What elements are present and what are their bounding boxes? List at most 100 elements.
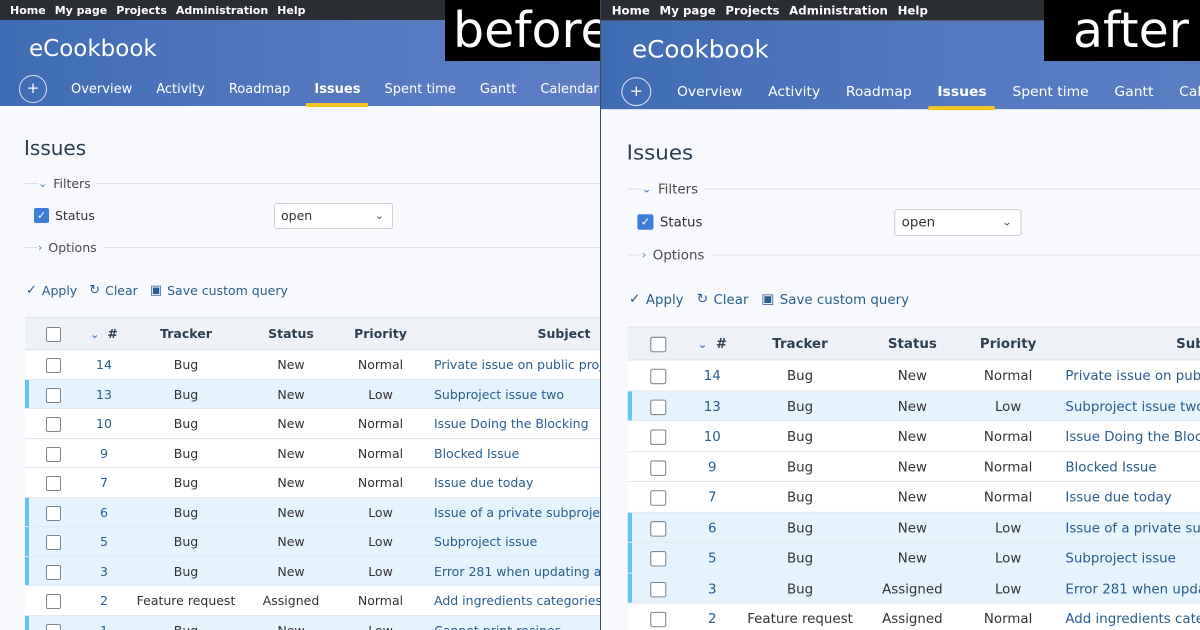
top-menu-item[interactable]: Projects [725,4,779,17]
row-checkbox[interactable] [46,387,61,403]
clear-button[interactable]: ↻ Clear [89,283,138,298]
table-row[interactable]: 7 Bug New Normal Issue due today [25,468,600,498]
select-all-checkbox[interactable] [650,336,667,353]
table-row[interactable]: 14 Bug New Normal Private issue on public pr… [25,350,600,380]
column-subject-header[interactable]: Subject [434,318,600,350]
issue-id-link[interactable]: 14 [688,361,737,391]
table-row[interactable]: 7 Bug New Normal Issue due today [627,482,1200,513]
issue-subject-link[interactable]: Issue due today [434,468,600,497]
issue-subject-link[interactable]: Add ingredients categories [434,586,600,615]
row-checkbox[interactable] [46,358,61,373]
project-title[interactable]: eCookbook [29,36,157,62]
table-row[interactable]: 10 Bug New Normal Issue Doing the Blocking [627,421,1200,452]
column-id-header[interactable]: ⌄ # [81,318,127,351]
column-status-header[interactable]: Status [245,318,337,350]
tab-roadmap[interactable]: Roadmap [846,84,912,99]
column-tracker-header[interactable]: Tracker [127,318,245,350]
top-menu-item[interactable]: Administration [789,4,888,17]
top-menu-item[interactable]: My page [660,4,716,17]
issue-id-link[interactable]: 13 [688,391,737,421]
row-checkbox[interactable] [46,476,61,491]
tab-calendar[interactable]: Calendar [1179,84,1200,99]
tab-overview[interactable]: Overview [71,82,132,97]
filters-toggle[interactable]: ⌄ Filters [38,176,97,191]
table-row[interactable]: 1 Bug New Low Cannot print recipes [25,615,600,630]
issue-id-link[interactable]: 7 [688,482,737,512]
table-row[interactable]: 5 Bug New Low Subproject issue [627,542,1200,574]
top-menu-item[interactable]: Help [277,4,305,17]
tab-activity[interactable]: Activity [156,82,205,97]
issue-subject-link[interactable]: Error 281 when updating a [1065,573,1200,603]
select-all-checkbox[interactable] [46,327,61,342]
issue-id-link[interactable]: 5 [81,527,127,556]
issue-id-link[interactable]: 14 [81,350,127,379]
table-row[interactable]: 9 Bug New Normal Blocked Issue [25,438,600,468]
tab-overview[interactable]: Overview [677,84,743,99]
tab-issues[interactable]: Issues [928,84,996,111]
row-checkbox[interactable] [650,368,667,385]
table-row[interactable]: 14 Bug New Normal Private issue on public pr… [627,360,1200,391]
tab-gantt[interactable]: Gantt [480,82,516,97]
save-query-button[interactable]: ▣ Save custom query [761,291,909,306]
row-checkbox[interactable] [650,581,667,597]
issue-subject-link[interactable]: Private issue on public project [434,350,600,379]
table-row[interactable]: 13 Bug New Low Subproject issue two [25,379,600,409]
status-operator-select[interactable]: open ⌄ [894,209,1022,236]
issue-subject-link[interactable]: Subproject issue [434,527,600,556]
issue-subject-link[interactable]: Error 281 when updating a rec [434,557,600,586]
row-checkbox[interactable] [46,564,61,580]
issue-subject-link[interactable]: Issue of a private subprojec [1065,512,1200,542]
issue-id-link[interactable]: 6 [81,498,127,527]
row-checkbox[interactable] [46,446,61,462]
issue-subject-link[interactable]: Issue due today [1065,482,1200,512]
top-menu-item[interactable]: Projects [116,4,167,17]
tab-gantt[interactable]: Gantt [1114,84,1153,99]
issue-subject-link[interactable]: Issue of a private subproject [434,498,600,527]
top-menu-item[interactable]: Help [898,4,928,17]
table-row[interactable]: 5 Bug New Low Subproject issue [25,527,600,557]
issue-id-link[interactable]: 7 [81,468,127,497]
status-filter-checkbox[interactable]: ✓ [637,214,654,230]
options-toggle[interactable]: › Options [38,240,103,255]
issue-id-link[interactable]: 1 [81,616,127,630]
issue-id-link[interactable]: 9 [81,439,127,468]
table-row[interactable]: 2 Feature request Assigned Normal Add ingred… [25,586,600,616]
project-title[interactable]: eCookbook [632,37,769,64]
new-object-button[interactable]: + [621,77,652,107]
issue-id-link[interactable]: 3 [81,557,127,586]
tab-calendar[interactable]: Calendar [540,82,598,97]
status-filter-checkbox[interactable]: ✓ [34,208,49,223]
issue-id-link[interactable]: 5 [688,543,737,573]
row-checkbox[interactable] [650,399,667,415]
clear-button[interactable]: ↻ Clear [696,291,748,306]
top-menu-item[interactable]: My page [55,4,108,17]
issue-id-link[interactable]: 13 [81,380,127,409]
issue-subject-link[interactable]: Private issue on public proje [1065,361,1200,391]
table-row[interactable]: 6 Bug New Low Issue of a private subprojec [627,512,1200,543]
status-operator-select[interactable]: open ⌄ [274,203,393,229]
issue-id-link[interactable]: 6 [688,512,737,542]
issue-subject-link[interactable]: Issue Doing the Blocking [434,409,600,438]
issue-subject-link[interactable]: Subproject issue [1065,543,1200,573]
tab-activity[interactable]: Activity [768,84,820,99]
row-checkbox[interactable] [46,594,61,609]
issue-subject-link[interactable]: Subproject issue two [1065,391,1200,421]
column-priority-header[interactable]: Priority [337,318,424,350]
column-id-header[interactable]: ⌄ # [688,328,737,362]
new-object-button[interactable]: + [19,75,47,103]
tab-spent-time[interactable]: Spent time [1012,84,1088,99]
options-toggle[interactable]: › Options [641,247,711,263]
issue-subject-link[interactable]: Add ingredients categories [1065,604,1200,630]
table-row[interactable]: 6 Bug New Low Issue of a private subproject [25,497,600,527]
row-checkbox[interactable] [650,459,667,476]
row-checkbox[interactable] [650,520,667,537]
issue-subject-link[interactable]: Subproject issue two [434,380,600,409]
issue-id-link[interactable]: 2 [688,604,737,630]
apply-button[interactable]: ✓ Apply [26,283,77,298]
issue-id-link[interactable]: 2 [81,586,127,615]
row-checkbox[interactable] [650,429,667,445]
table-row[interactable]: 10 Bug New Normal Issue Doing the Blocking [25,409,600,439]
row-checkbox[interactable] [650,551,667,567]
row-checkbox[interactable] [650,611,667,628]
issue-id-link[interactable]: 9 [688,452,737,482]
